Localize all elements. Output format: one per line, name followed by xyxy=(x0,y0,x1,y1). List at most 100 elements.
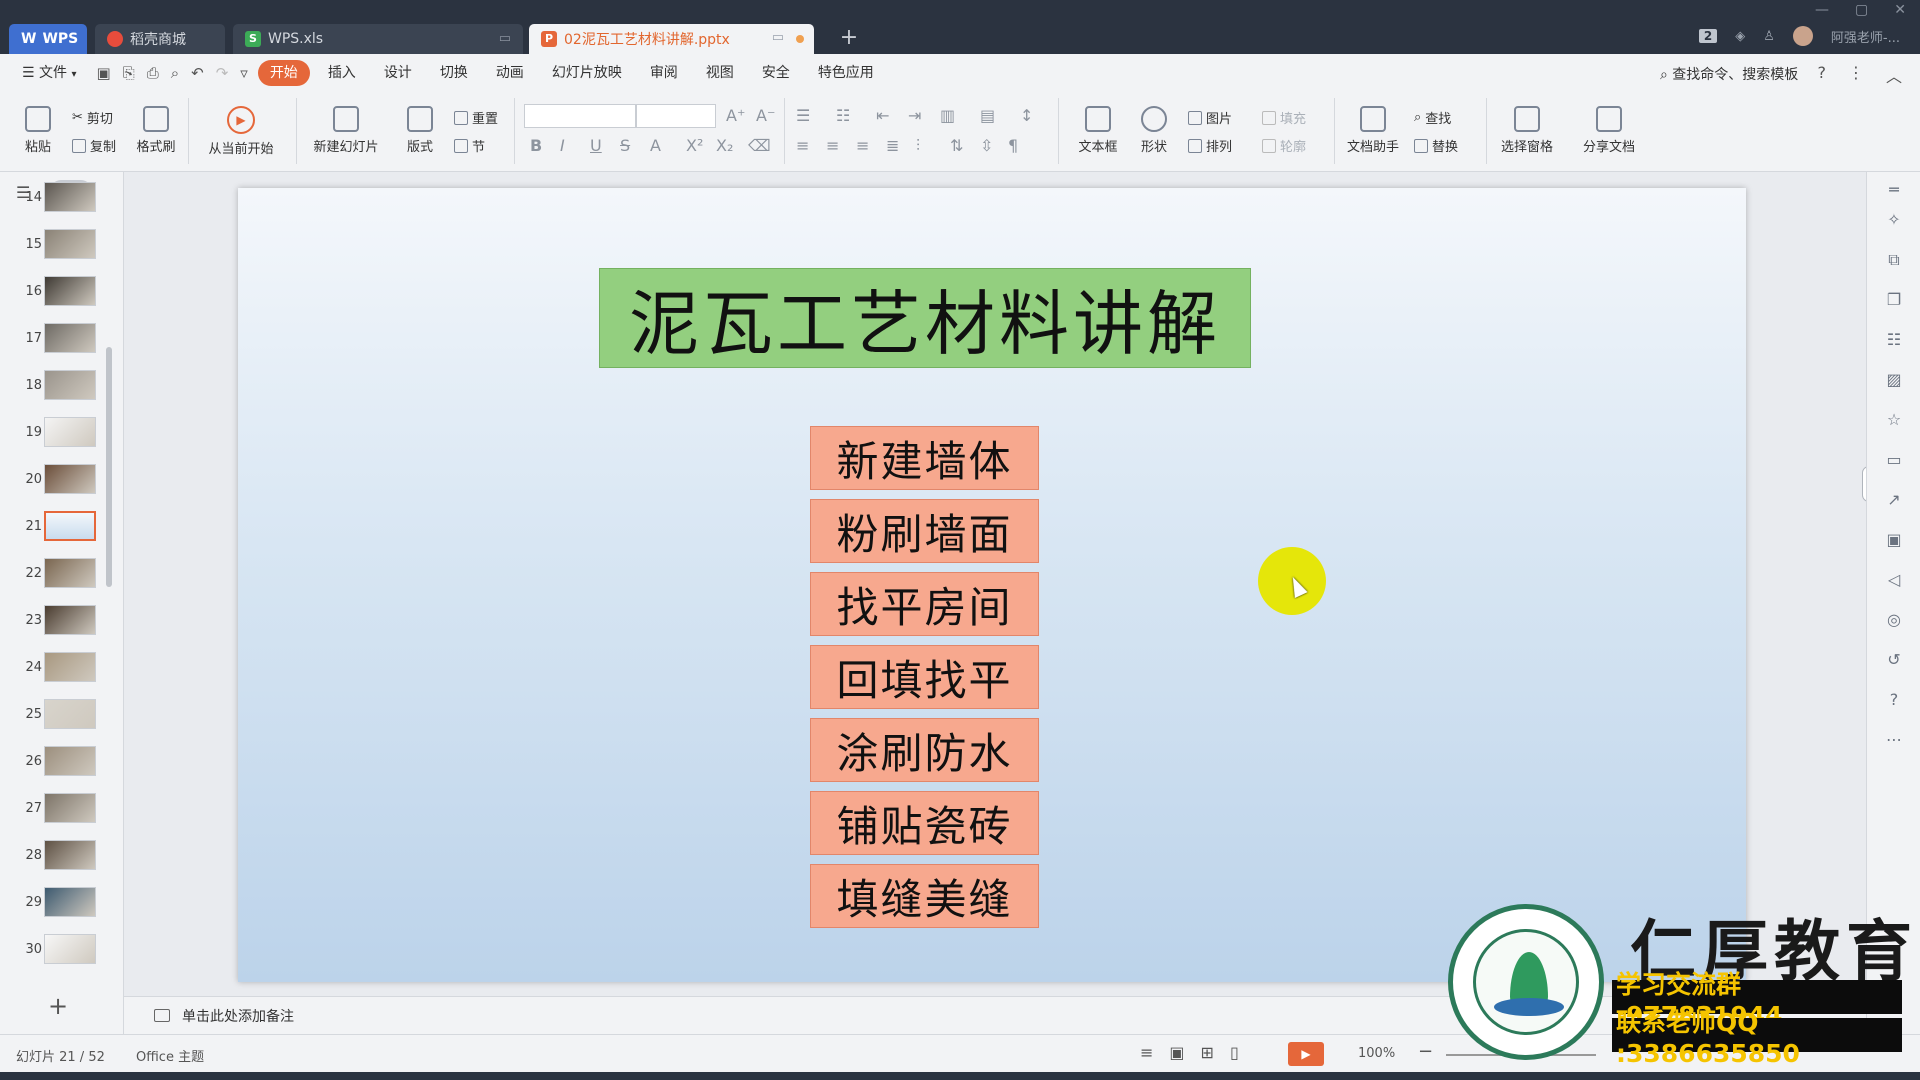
customize-icon[interactable]: ▿ xyxy=(240,64,248,82)
underline-icon[interactable]: U xyxy=(590,136,602,155)
paragraph-spacing-icon[interactable]: ⇅ xyxy=(950,136,963,155)
layers-icon[interactable]: ⧉ xyxy=(1884,250,1904,270)
shapes-icon[interactable]: ❐ xyxy=(1884,290,1904,310)
play-from-current-button[interactable]: ▶ 从当前开始 xyxy=(200,106,282,157)
thumbnail-item[interactable]: 19 xyxy=(0,417,108,449)
font-size-select[interactable] xyxy=(636,104,716,128)
menu-features[interactable]: 特色应用 xyxy=(804,60,888,86)
fill-button[interactable]: 填充 xyxy=(1262,108,1306,127)
indent-icon[interactable]: ⇥ xyxy=(908,106,921,125)
thumbnail-item[interactable]: 20 xyxy=(0,464,108,496)
tab-presentation[interactable]: P 02泥瓦工艺材料讲解.pptx ▭ xyxy=(529,24,814,54)
zoom-out-icon[interactable]: − xyxy=(1418,1041,1433,1062)
menu-transitions[interactable]: 切换 xyxy=(426,60,482,86)
thumbnail-item[interactable]: 18 xyxy=(0,370,108,402)
subscript-icon[interactable]: X₂ xyxy=(716,136,733,155)
more-icon[interactable]: ⋮ xyxy=(1848,63,1864,87)
collapse-ribbon-icon[interactable]: ︿ xyxy=(1886,63,1902,87)
picture-button[interactable]: 图片 xyxy=(1188,108,1232,127)
adjust-icon[interactable]: ☷ xyxy=(1884,330,1904,350)
theme-name[interactable]: Office 主题 xyxy=(136,1046,204,1065)
slide[interactable]: 泥瓦工艺材料讲解 新建墙体 粉刷墙面 找平房间 回填找平 涂刷防水 铺贴瓷砖 填… xyxy=(238,188,1746,982)
selection-pane-button[interactable]: 选择窗格 xyxy=(1496,106,1558,155)
slide-title[interactable]: 泥瓦工艺材料讲解 xyxy=(599,268,1251,368)
columns-icon[interactable]: ▥ xyxy=(940,106,955,125)
paragraph-icon[interactable]: ¶ xyxy=(1008,136,1018,155)
image-icon[interactable]: ▣ xyxy=(1884,530,1904,550)
export-icon[interactable]: ⎘ xyxy=(123,64,135,82)
thumbnail-item[interactable]: 30 xyxy=(0,934,108,966)
slide-item[interactable]: 涂刷防水 xyxy=(810,718,1039,782)
slide-item[interactable]: 回填找平 xyxy=(810,645,1039,709)
cut-button[interactable]: ✂ 剪切 xyxy=(72,108,113,127)
new-slide-button[interactable]: 新建幻灯片 xyxy=(306,106,386,155)
align-center-icon[interactable]: ≡ xyxy=(826,136,839,155)
more-icon[interactable]: ⋯ xyxy=(1884,730,1904,750)
menu-design[interactable]: 设计 xyxy=(370,60,426,86)
minimize-icon[interactable]: — xyxy=(1815,2,1829,18)
save-icon[interactable]: ▣ xyxy=(97,64,111,82)
undo-icon[interactable]: ↶ xyxy=(191,64,204,82)
thumbnail-item[interactable]: 21 xyxy=(0,511,108,543)
monitor-icon[interactable]: ▭ xyxy=(772,30,784,45)
new-tab-button[interactable]: + xyxy=(836,24,862,52)
align-left-icon[interactable]: ≡ xyxy=(796,136,809,155)
thumbnail-item[interactable]: 25 xyxy=(0,699,108,731)
doc-assistant-button[interactable]: 文档助手 xyxy=(1344,106,1402,155)
outdent-icon[interactable]: ⇤ xyxy=(876,106,889,125)
thumbnail-item[interactable]: 28 xyxy=(0,840,108,872)
print-icon[interactable]: ⎙ xyxy=(147,64,159,82)
help-icon[interactable]: ? xyxy=(1817,63,1826,87)
slide-sorter-icon[interactable]: ⊞ xyxy=(1201,1043,1214,1062)
shirt-icon[interactable]: ♙ xyxy=(1763,29,1775,44)
thumbnail-item[interactable]: 29 xyxy=(0,887,108,919)
increase-font-icon[interactable]: A⁺ xyxy=(726,106,745,125)
slide-item[interactable]: 粉刷墙面 xyxy=(810,499,1039,563)
thumbnail-scrollbar[interactable] xyxy=(106,347,112,587)
thumbnail-item[interactable]: 23 xyxy=(0,605,108,637)
paste-button[interactable]: 粘贴 xyxy=(18,106,58,155)
history-icon[interactable]: ↺ xyxy=(1884,650,1904,670)
thumbnail-item[interactable]: 15 xyxy=(0,229,108,261)
format-painter-button[interactable]: 格式刷 xyxy=(134,106,178,155)
command-search[interactable]: ⌕ 查找命令、搜索模板 xyxy=(1660,64,1798,84)
justify-icon[interactable]: ≣ xyxy=(886,136,899,155)
maximize-icon[interactable]: ▢ xyxy=(1855,2,1868,18)
normal-view-icon[interactable]: ▣ xyxy=(1169,1043,1184,1062)
bullet-list-icon[interactable]: ☰ xyxy=(796,106,810,125)
tab-docer-store[interactable]: 稻壳商城 xyxy=(95,24,225,54)
outline-button[interactable]: 轮廓 xyxy=(1262,136,1306,155)
textbox-button[interactable]: 文本框 xyxy=(1070,106,1126,155)
magic-icon[interactable]: ✧ xyxy=(1884,210,1904,230)
reading-view-icon[interactable]: ▯ xyxy=(1230,1043,1239,1062)
shape-button[interactable]: 形状 xyxy=(1132,106,1176,155)
user-name[interactable]: 阿强老师-... xyxy=(1831,27,1900,46)
bold-icon[interactable]: B xyxy=(530,136,542,155)
notes-toggle-icon[interactable]: ≡ xyxy=(1140,1043,1153,1062)
thumbnail-item[interactable]: 16 xyxy=(0,276,108,308)
menu-home[interactable]: 开始 xyxy=(257,60,310,86)
collapse-sidebar-icon[interactable]: ═ xyxy=(1884,180,1904,200)
menu-security[interactable]: 安全 xyxy=(748,60,804,86)
slide-item[interactable]: 铺贴瓷砖 xyxy=(810,791,1039,855)
share-doc-button[interactable]: 分享文档 xyxy=(1578,106,1640,155)
font-family-select[interactable] xyxy=(524,104,636,128)
menu-review[interactable]: 审阅 xyxy=(636,60,692,86)
reset-button[interactable]: 重置 xyxy=(454,108,498,127)
box-icon[interactable]: ▭ xyxy=(1884,450,1904,470)
window-count-badge[interactable]: 2 xyxy=(1698,29,1718,43)
compass-icon[interactable]: ◎ xyxy=(1884,610,1904,630)
menu-file[interactable]: ☰ 文件 ▾ xyxy=(0,60,91,86)
thumbnail-item[interactable]: 24 xyxy=(0,652,108,684)
thumbnail-item[interactable]: 27 xyxy=(0,793,108,825)
close-icon[interactable]: ✕ xyxy=(1894,2,1906,18)
italic-icon[interactable]: I xyxy=(560,136,565,155)
help-icon[interactable]: ? xyxy=(1884,690,1904,710)
slideshow-play-button[interactable]: ▶ xyxy=(1288,1042,1324,1066)
notes-bar[interactable]: 单击此处添加备注 xyxy=(124,996,1866,1034)
text-direction-icon[interactable]: ▤ xyxy=(980,106,995,125)
print-preview-icon[interactable]: ⌕ xyxy=(171,64,179,82)
thumbnail-item[interactable]: 26 xyxy=(0,746,108,778)
line-height-icon[interactable]: ⇳ xyxy=(980,136,993,155)
add-slide-button[interactable]: + xyxy=(48,992,68,1020)
